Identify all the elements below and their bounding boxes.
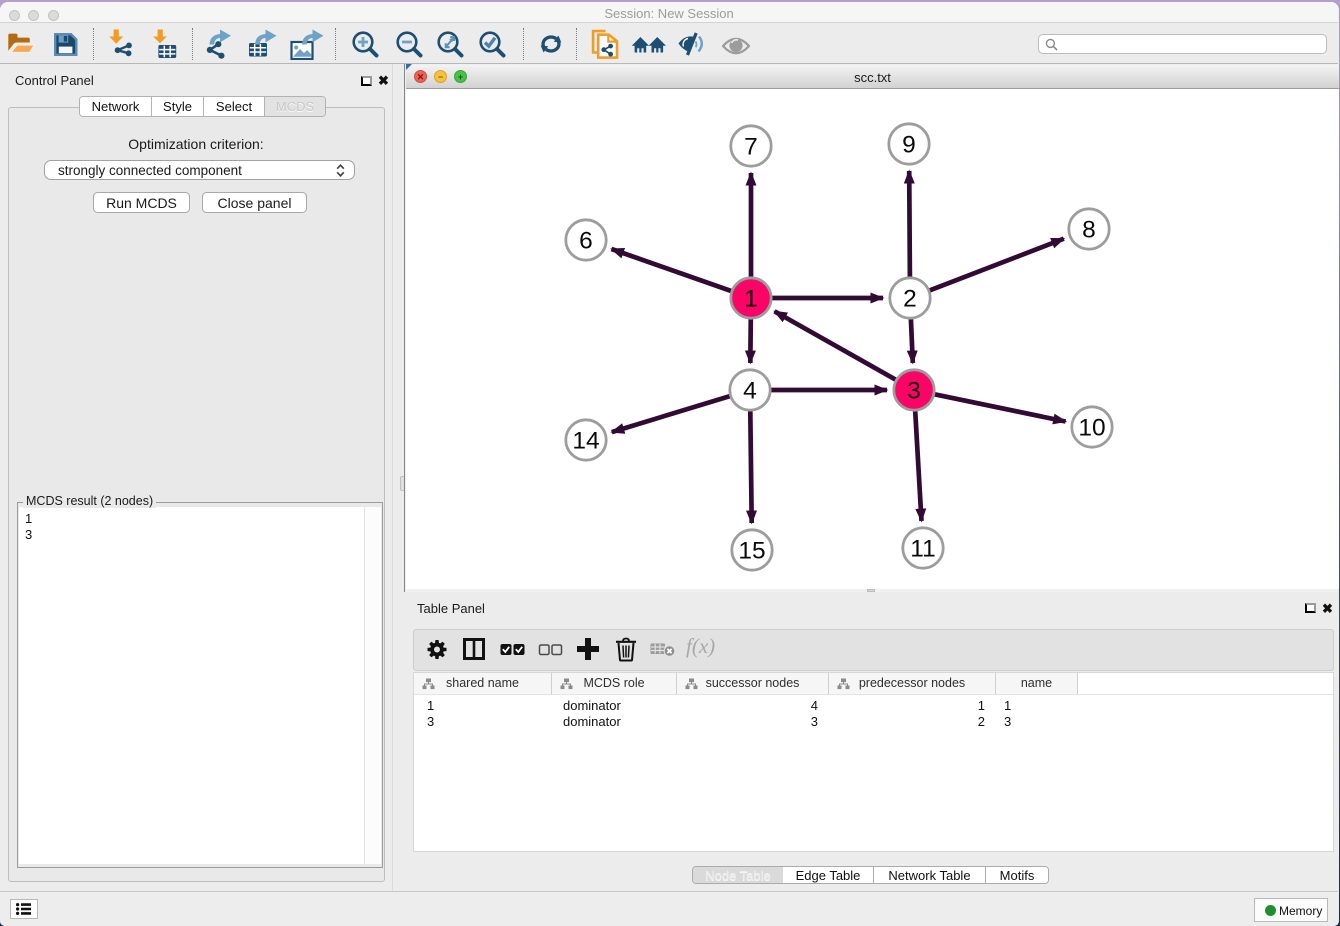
svg-text:14: 14 <box>572 428 599 455</box>
svg-text:6: 6 <box>579 228 593 255</box>
svg-text:4: 4 <box>743 378 757 405</box>
svg-text:10: 10 <box>1078 415 1105 442</box>
svg-text:3: 3 <box>907 378 921 405</box>
svg-text:15: 15 <box>738 538 765 565</box>
svg-text:1: 1 <box>744 286 758 313</box>
svg-text:11: 11 <box>910 536 935 563</box>
svg-text:7: 7 <box>744 134 758 161</box>
svg-text:8: 8 <box>1082 217 1096 244</box>
svg-text:2: 2 <box>903 286 917 313</box>
svg-text:9: 9 <box>902 132 916 159</box>
